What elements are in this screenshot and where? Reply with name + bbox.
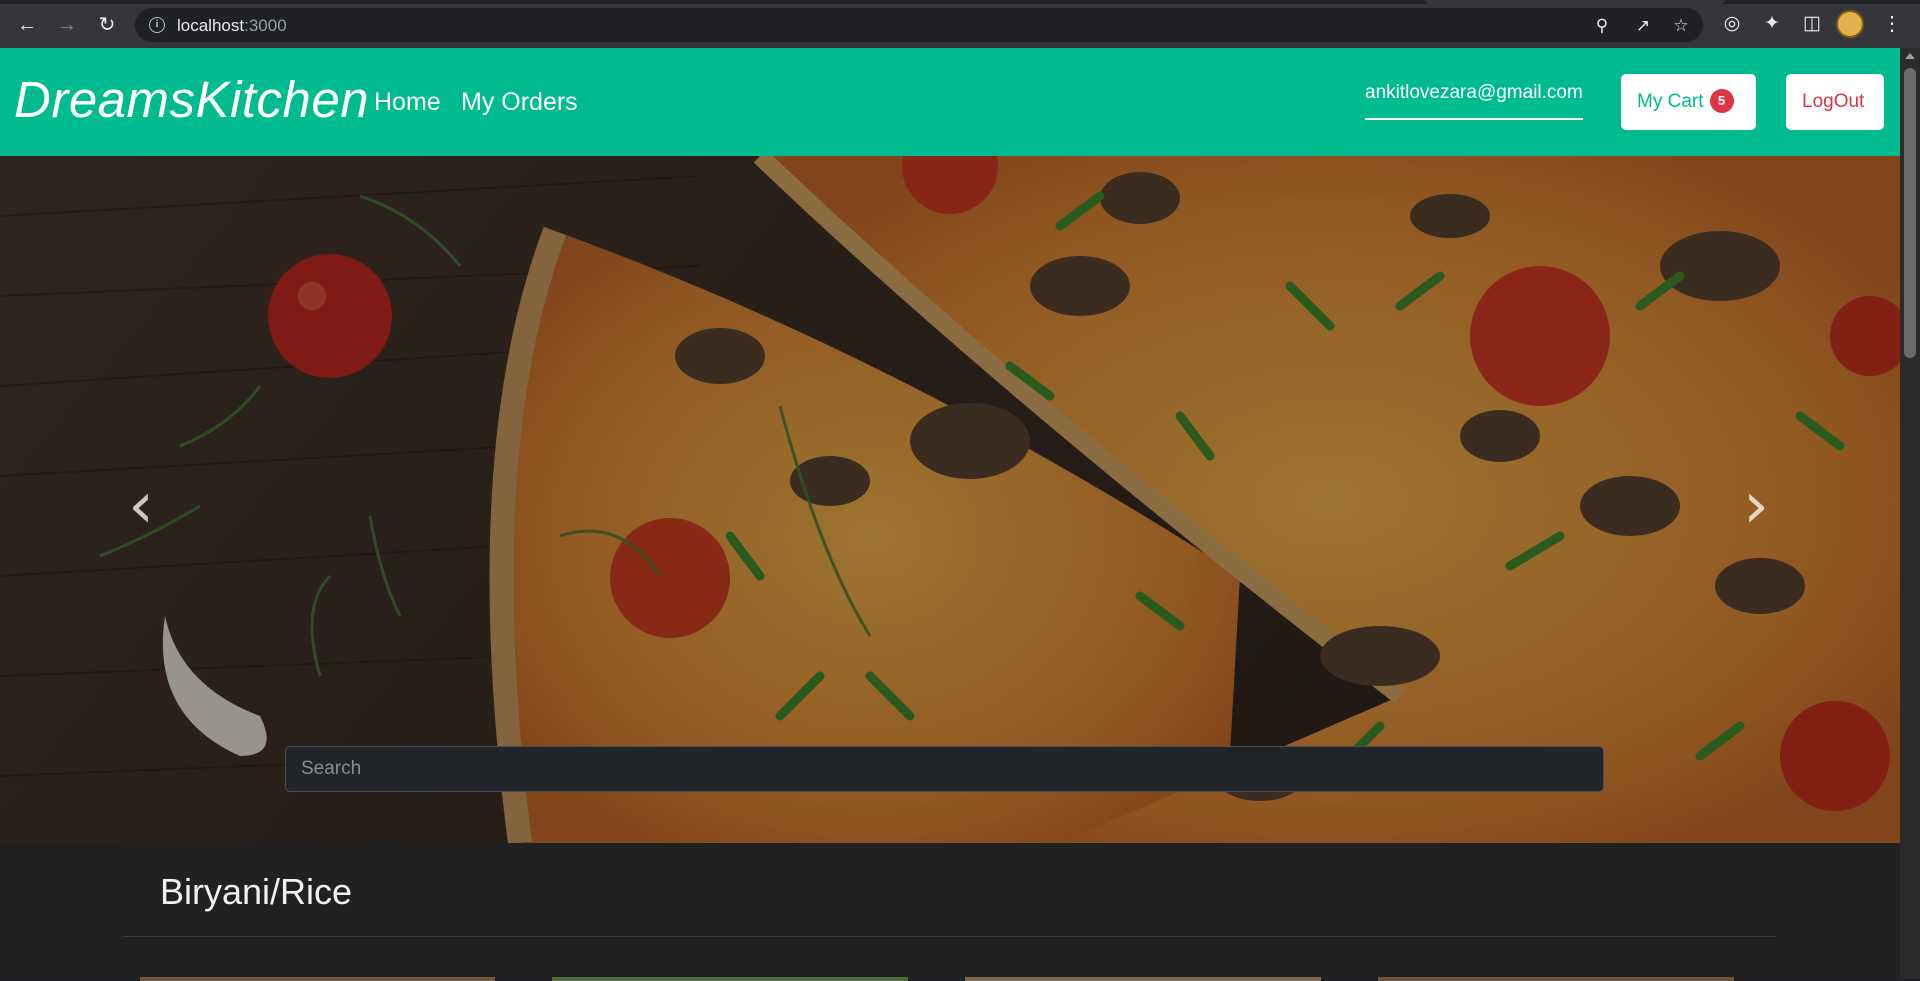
food-card-1[interactable] [140,977,495,981]
hero-carousel: ‹ › [0,156,1900,843]
food-card-3[interactable] [965,977,1321,981]
brand-logo[interactable]: DreamsKitchen [14,70,369,129]
profile-avatar[interactable] [1836,10,1864,38]
cast-icon[interactable]: ◎ [1719,12,1745,36]
category-title: Biryani/Rice [160,871,353,912]
scroll-up-icon[interactable] [1905,53,1915,59]
menu-icon[interactable]: ⋮ [1882,10,1902,38]
dark-overlay [0,156,1900,843]
reload-icon[interactable]: ↻ [92,10,122,40]
cart-label: My Cart [1637,91,1704,112]
back-icon[interactable]: ← [12,10,42,40]
url-port: :3000 [244,16,287,35]
sidepanel-icon[interactable]: ◫ [1799,12,1825,36]
carousel-next-icon[interactable]: › [1726,461,1786,551]
page-scrollbar[interactable] [1900,48,1920,979]
extensions-icon[interactable]: ✦ [1759,12,1785,36]
cart-count-badge: 5 [1709,89,1734,113]
category-divider [123,936,1776,937]
my-cart-button[interactable]: My Cart 5 [1621,74,1756,130]
carousel-prev-icon[interactable]: ‹ [111,461,171,551]
share-icon[interactable]: ↗ [1633,17,1653,35]
app-navbar: DreamsKitchen Home My Orders ankitloveza… [0,48,1900,156]
star-icon[interactable]: ☆ [1671,17,1691,35]
scroll-thumb[interactable] [1904,68,1916,358]
nav-link-my-orders[interactable]: My Orders [461,88,578,117]
user-email: ankitlovezara@gmail.com [1365,82,1583,120]
tab-strip [0,0,1920,4]
food-card-4[interactable] [1378,977,1734,981]
key-icon[interactable]: ⚲ [1592,17,1612,35]
logout-button[interactable]: LogOut [1786,74,1884,130]
browser-toolbar: ← → ↻ i localhost:3000 ⚲ ↗ ☆ ◎ ✦ ◫ ⋮ [0,0,1920,48]
url-host: localhost [177,16,245,35]
forward-icon[interactable]: → [52,10,82,40]
search-input[interactable] [285,746,1604,792]
address-bar[interactable]: i localhost:3000 ⚲ ↗ ☆ [135,8,1703,42]
menu-section: Biryani/Rice [0,843,1900,981]
url-text: localhost:3000 [177,16,287,36]
active-tab-edge [1425,0,1725,4]
info-icon[interactable]: i [149,17,165,33]
food-card-2[interactable] [552,977,908,981]
nav-link-home[interactable]: Home [374,88,441,117]
